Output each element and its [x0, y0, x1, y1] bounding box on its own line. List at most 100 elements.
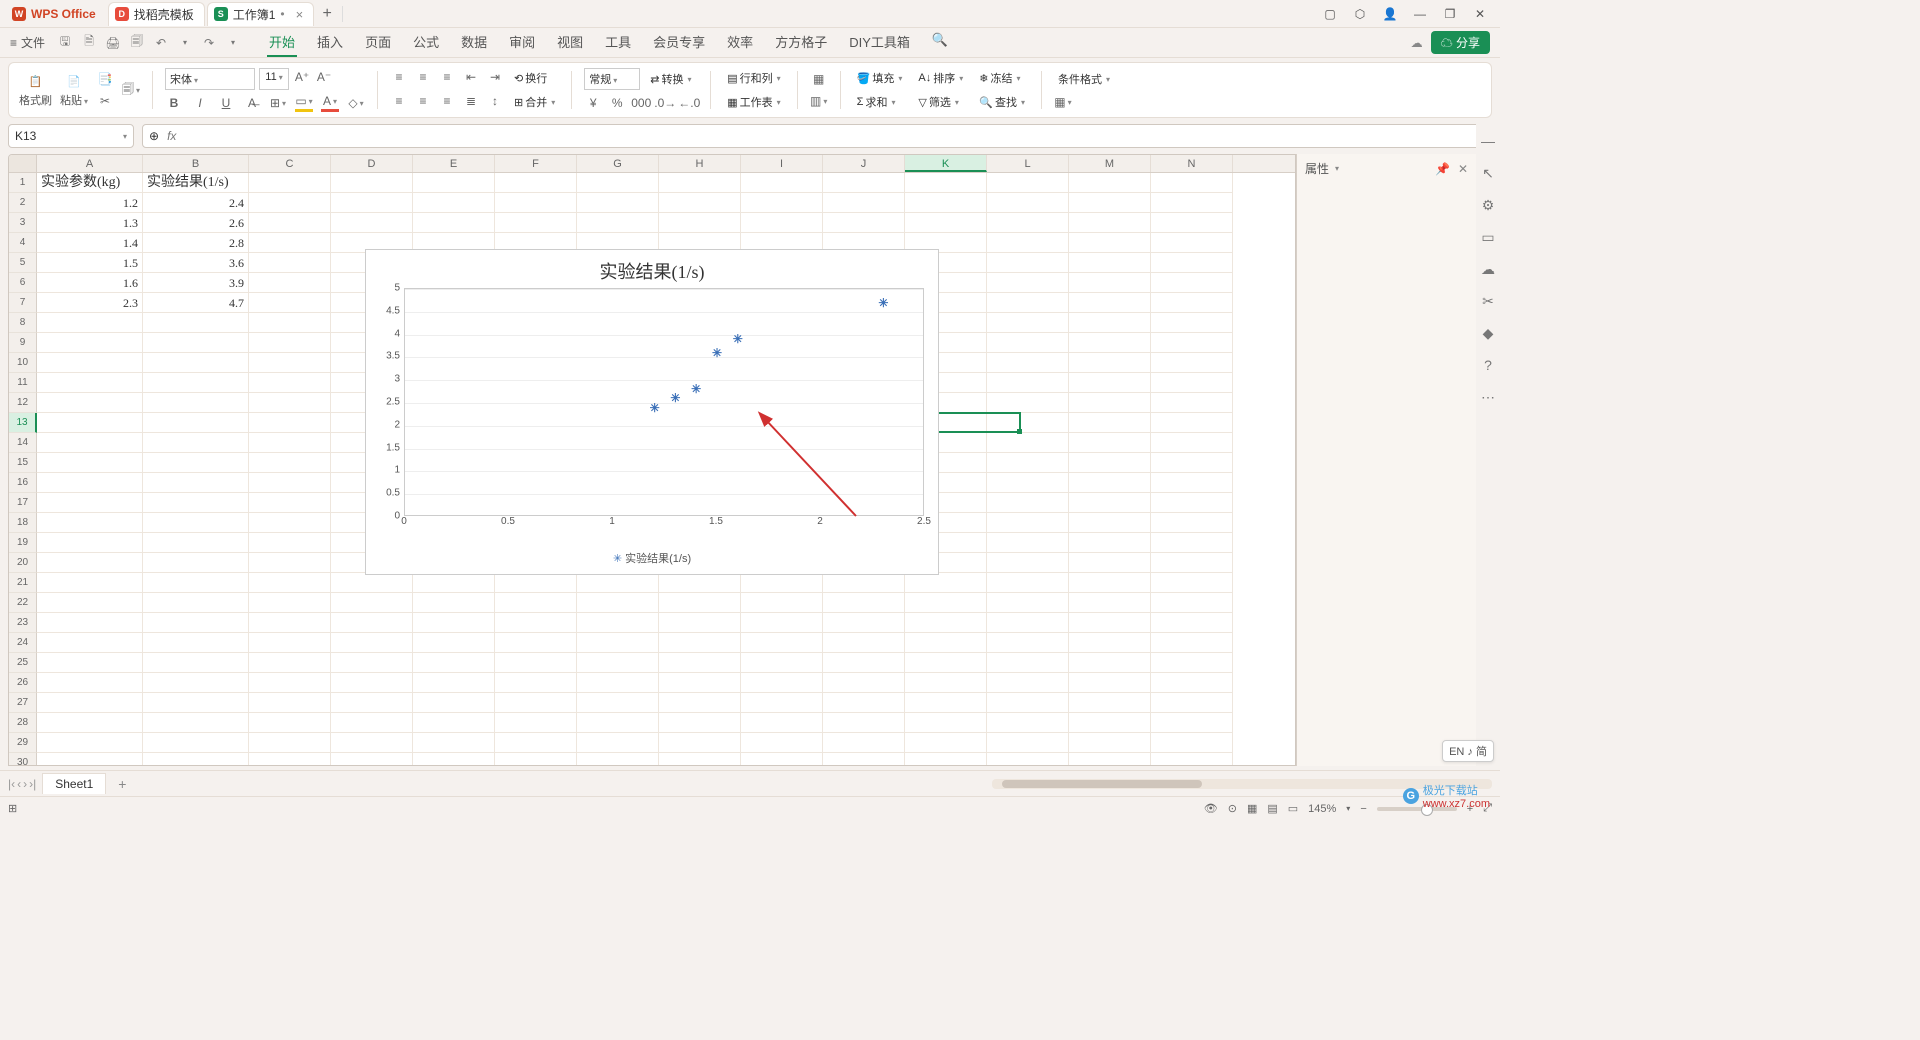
cell[interactable]: [331, 193, 413, 213]
row-17[interactable]: 17: [9, 493, 37, 513]
cell[interactable]: [249, 173, 331, 193]
cell[interactable]: [987, 173, 1069, 193]
rail-collapse-icon[interactable]: —: [1479, 132, 1497, 150]
strike-icon[interactable]: A̶: [243, 94, 261, 112]
cell[interactable]: [741, 613, 823, 633]
cell[interactable]: [987, 713, 1069, 733]
cell[interactable]: 1.5: [37, 253, 143, 273]
cell[interactable]: 1.2: [37, 193, 143, 213]
cell[interactable]: [1151, 593, 1233, 613]
row-19[interactable]: 19: [9, 533, 37, 553]
cell[interactable]: [37, 713, 143, 733]
cell[interactable]: [331, 173, 413, 193]
cell[interactable]: [905, 653, 987, 673]
cell[interactable]: [37, 533, 143, 553]
cell[interactable]: [143, 473, 249, 493]
cell[interactable]: [577, 573, 659, 593]
cell[interactable]: [659, 633, 741, 653]
cell[interactable]: [1069, 453, 1151, 473]
cell[interactable]: [249, 633, 331, 653]
cell[interactable]: [1069, 713, 1151, 733]
cell[interactable]: [249, 373, 331, 393]
new-tab-button[interactable]: +: [316, 3, 338, 25]
cell[interactable]: [1069, 513, 1151, 533]
cell[interactable]: [659, 573, 741, 593]
cell[interactable]: [823, 173, 905, 193]
cell[interactable]: [1069, 653, 1151, 673]
cell[interactable]: [741, 693, 823, 713]
cell[interactable]: [987, 493, 1069, 513]
cell[interactable]: [577, 613, 659, 633]
cell[interactable]: [1151, 213, 1233, 233]
cell[interactable]: [249, 673, 331, 693]
cell[interactable]: [413, 213, 495, 233]
cell[interactable]: [1151, 713, 1233, 733]
file-menu[interactable]: 文件: [21, 34, 45, 51]
cell[interactable]: [249, 593, 331, 613]
cell[interactable]: [905, 193, 987, 213]
cell[interactable]: [413, 193, 495, 213]
cell[interactable]: [495, 713, 577, 733]
cell[interactable]: [659, 733, 741, 753]
cell[interactable]: [143, 513, 249, 533]
align-bot-icon[interactable]: ≡: [438, 68, 456, 86]
cell[interactable]: [987, 353, 1069, 373]
cell[interactable]: [1069, 433, 1151, 453]
cell[interactable]: [495, 673, 577, 693]
cell[interactable]: [823, 213, 905, 233]
view-break-icon[interactable]: ▭: [1288, 802, 1298, 815]
cell[interactable]: [495, 753, 577, 765]
cell[interactable]: [37, 393, 143, 413]
cell[interactable]: [495, 573, 577, 593]
col-B[interactable]: B: [143, 155, 249, 172]
row-30[interactable]: 30: [9, 753, 37, 765]
cell[interactable]: [1069, 493, 1151, 513]
decrease-font-icon[interactable]: A⁻: [315, 68, 333, 86]
cell[interactable]: [1151, 313, 1233, 333]
cell[interactable]: [413, 173, 495, 193]
name-box[interactable]: K13 ▾: [8, 124, 134, 148]
cell[interactable]: [1151, 453, 1233, 473]
row-18[interactable]: 18: [9, 513, 37, 533]
cell[interactable]: [659, 593, 741, 613]
cell[interactable]: [577, 713, 659, 733]
cell[interactable]: [249, 713, 331, 733]
cell[interactable]: [905, 173, 987, 193]
cell[interactable]: [37, 613, 143, 633]
tab-search-icon[interactable]: 🔍: [930, 28, 950, 57]
row-21[interactable]: 21: [9, 573, 37, 593]
tab-start[interactable]: 开始: [267, 28, 297, 57]
rail-more-icon[interactable]: ⋯: [1479, 388, 1497, 406]
cell[interactable]: [1069, 333, 1151, 353]
cell[interactable]: [987, 573, 1069, 593]
cell[interactable]: [1069, 693, 1151, 713]
redo-icon[interactable]: ↷: [201, 35, 217, 51]
scrollbar-thumb[interactable]: [1002, 780, 1202, 788]
sheet-nav-first-icon[interactable]: |‹: [8, 777, 15, 791]
cell[interactable]: 实验结果(1/s): [143, 173, 249, 193]
cell[interactable]: [249, 273, 331, 293]
row-14[interactable]: 14: [9, 433, 37, 453]
cell[interactable]: [249, 753, 331, 765]
fill-button[interactable]: 🪣 填充: [853, 68, 907, 88]
format-painter-button[interactable]: 📋格式刷: [19, 72, 52, 108]
col-G[interactable]: G: [577, 155, 659, 172]
cell[interactable]: [1151, 633, 1233, 653]
cell[interactable]: [741, 173, 823, 193]
cell[interactable]: [249, 513, 331, 533]
cell[interactable]: [37, 453, 143, 473]
font-name-select[interactable]: 宋体: [165, 68, 255, 90]
cell[interactable]: [987, 733, 1069, 753]
merge-button[interactable]: ⊞ 合并: [510, 92, 559, 112]
workbook-tab[interactable]: S 工作簿1 • ×: [207, 2, 314, 26]
cell[interactable]: [905, 713, 987, 733]
cut-icon[interactable]: ✂: [96, 92, 114, 110]
spreadsheet-grid[interactable]: A B C D E F G H I J K L M N 1实验参数(kg)实验结…: [8, 154, 1296, 766]
cell[interactable]: [249, 333, 331, 353]
sheet-tab-1[interactable]: Sheet1: [42, 773, 106, 794]
cell[interactable]: [1069, 633, 1151, 653]
cell[interactable]: [741, 753, 823, 765]
cell[interactable]: [987, 273, 1069, 293]
cell[interactable]: [741, 713, 823, 733]
cell[interactable]: [495, 653, 577, 673]
